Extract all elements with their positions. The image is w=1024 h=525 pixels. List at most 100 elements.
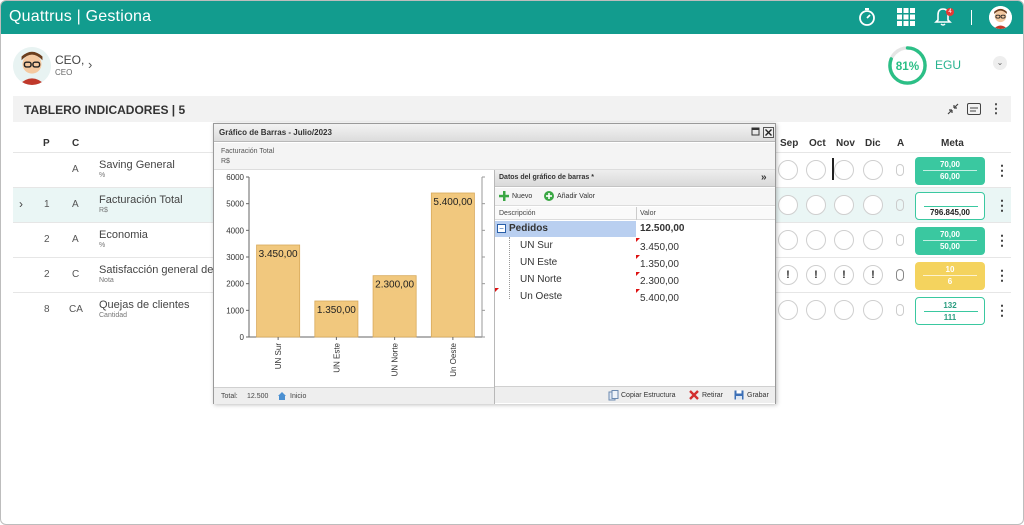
status-circle[interactable] [806, 300, 826, 320]
stopwatch-icon[interactable] [856, 6, 878, 28]
score-label: EGU [935, 58, 962, 72]
row-priority: 2 [44, 234, 50, 245]
save-button[interactable]: Grabar [747, 392, 769, 399]
group-label: Pedidos [509, 223, 548, 234]
status-circle[interactable]: ! [778, 265, 798, 285]
row-priority: 2 [44, 269, 50, 280]
remove-icon[interactable] [689, 390, 699, 402]
status-circle[interactable] [778, 230, 798, 250]
status-circle[interactable] [863, 160, 883, 180]
dialog-titlebar[interactable]: Gráfico de Barras - Julio/2023 [214, 124, 775, 142]
status-circle[interactable] [834, 160, 854, 180]
collapse-icon[interactable] [945, 101, 961, 117]
data-panel-toolbar: Nuevo Añadir Valor [495, 188, 775, 206]
status-circle[interactable]: ! [863, 265, 883, 285]
row-menu-icon[interactable]: ⋮ [995, 198, 1009, 212]
remove-button[interactable]: Retirar [702, 392, 723, 399]
add-circle-icon[interactable] [544, 191, 554, 203]
indicator-unit: R$ [99, 207, 108, 214]
collapse-tree-icon[interactable]: − [497, 224, 506, 233]
dashboard-header: TABLERO INDICADORES | 5 ⋮ [13, 96, 1011, 122]
top-bar: Quattrus | Gestiona 4 [1, 1, 1023, 34]
attachment-icon[interactable] [896, 164, 904, 176]
chevron-down-icon[interactable]: ⌄ [993, 56, 1007, 70]
more-options-icon[interactable]: ⋮ [988, 101, 1004, 117]
status-circle[interactable] [806, 230, 826, 250]
attachment-icon[interactable] [896, 199, 904, 211]
brand-title[interactable]: Quattrus | Gestiona [9, 8, 151, 26]
status-circle[interactable] [834, 195, 854, 215]
status-circle[interactable] [834, 300, 854, 320]
user-avatar[interactable] [989, 6, 1012, 29]
row-priority: 1 [44, 199, 50, 210]
bar [430, 192, 475, 338]
status-circle[interactable] [806, 160, 826, 180]
status-circle[interactable] [863, 230, 883, 250]
indicator-name[interactable]: Economia [99, 229, 148, 241]
copy-icon[interactable] [608, 390, 619, 403]
status-circle[interactable] [834, 230, 854, 250]
status-circle[interactable] [778, 195, 798, 215]
indicator-unit: % [99, 242, 106, 249]
y-tick-label: 5000 [226, 200, 244, 209]
column-header-sep: Sep [780, 138, 799, 149]
chart-subject: Facturación Total [221, 148, 275, 155]
x-tick-label: UN Sur [274, 343, 283, 370]
row-priority: 8 [44, 304, 50, 315]
meta-badge: 70,00 60,00 [915, 157, 985, 185]
column-header-meta: Meta [941, 138, 964, 149]
indicator-name[interactable]: Saving General [99, 159, 175, 171]
y-tick-label: 3000 [226, 253, 244, 262]
indicator-name[interactable]: Satisfacción general de cl [99, 264, 224, 276]
status-circle[interactable]: ! [834, 265, 854, 285]
bar-value-label: 2.300,00 [375, 280, 414, 291]
caption-icon[interactable] [966, 101, 982, 117]
home-link[interactable]: Inicio [290, 393, 306, 400]
status-circle[interactable] [778, 300, 798, 320]
save-icon[interactable] [734, 390, 744, 402]
row-menu-icon[interactable]: ⋮ [995, 163, 1009, 177]
status-circle[interactable] [863, 300, 883, 320]
close-icon[interactable] [763, 127, 774, 138]
column-header-a: A [897, 138, 905, 149]
apps-grid-icon[interactable] [895, 6, 917, 28]
plus-icon[interactable] [499, 191, 509, 203]
attachment-icon[interactable] [896, 269, 904, 281]
home-icon[interactable] [277, 391, 287, 403]
indicator-name[interactable]: Quejas de clientes [99, 299, 190, 311]
attachment-icon[interactable] [896, 304, 904, 316]
row-category: A [72, 199, 79, 210]
column-header-nov: Nov [836, 138, 855, 149]
user-name: CEO, [55, 53, 85, 67]
copy-structure-button[interactable]: Copiar Estructura [621, 392, 675, 399]
dialog-title: Gráfico de Barras - Julio/2023 [219, 128, 332, 137]
attachment-icon[interactable] [896, 234, 904, 246]
maximize-icon[interactable] [750, 127, 761, 138]
row-menu-icon[interactable]: ⋮ [995, 303, 1009, 317]
meta-badge: 132 111 [915, 297, 985, 325]
bar-chart-dialog: Gráfico de Barras - Julio/2023 Facturaci… [213, 123, 776, 404]
column-header-dic: Dic [865, 138, 881, 149]
new-button[interactable]: Nuevo [512, 193, 532, 200]
status-circle[interactable] [778, 160, 798, 180]
status-circle[interactable]: ! [806, 265, 826, 285]
status-circle[interactable] [863, 195, 883, 215]
status-circle[interactable] [806, 195, 826, 215]
double-chevron-right-icon[interactable]: » [761, 172, 767, 183]
column-header-value: Valor [640, 210, 656, 217]
user-profile-avatar[interactable] [13, 47, 51, 85]
chevron-right-icon[interactable]: › [88, 57, 92, 72]
chevron-right-icon[interactable]: › [19, 197, 23, 211]
row-menu-icon[interactable]: ⋮ [995, 268, 1009, 282]
data-group-row[interactable]: − Pedidos 12.500,00 [495, 221, 775, 238]
indicator-name[interactable]: Facturación Total [99, 194, 183, 206]
data-panel-title: Datos del gráfico de barras * [499, 174, 594, 181]
row-menu-icon[interactable]: ⋮ [995, 233, 1009, 247]
row-category: C [72, 269, 80, 280]
data-item-row[interactable]: UN Norte 2.300,00 [495, 272, 775, 289]
data-item-row[interactable]: UN Sur 3.450,00 [495, 238, 775, 255]
add-value-button[interactable]: Añadir Valor [557, 193, 595, 200]
data-item-row[interactable]: UN Este 1.350,00 [495, 255, 775, 272]
data-item-row[interactable]: Un Oeste 5.400,00 [495, 289, 775, 306]
data-grid-header: Descripción Valor [495, 207, 775, 220]
